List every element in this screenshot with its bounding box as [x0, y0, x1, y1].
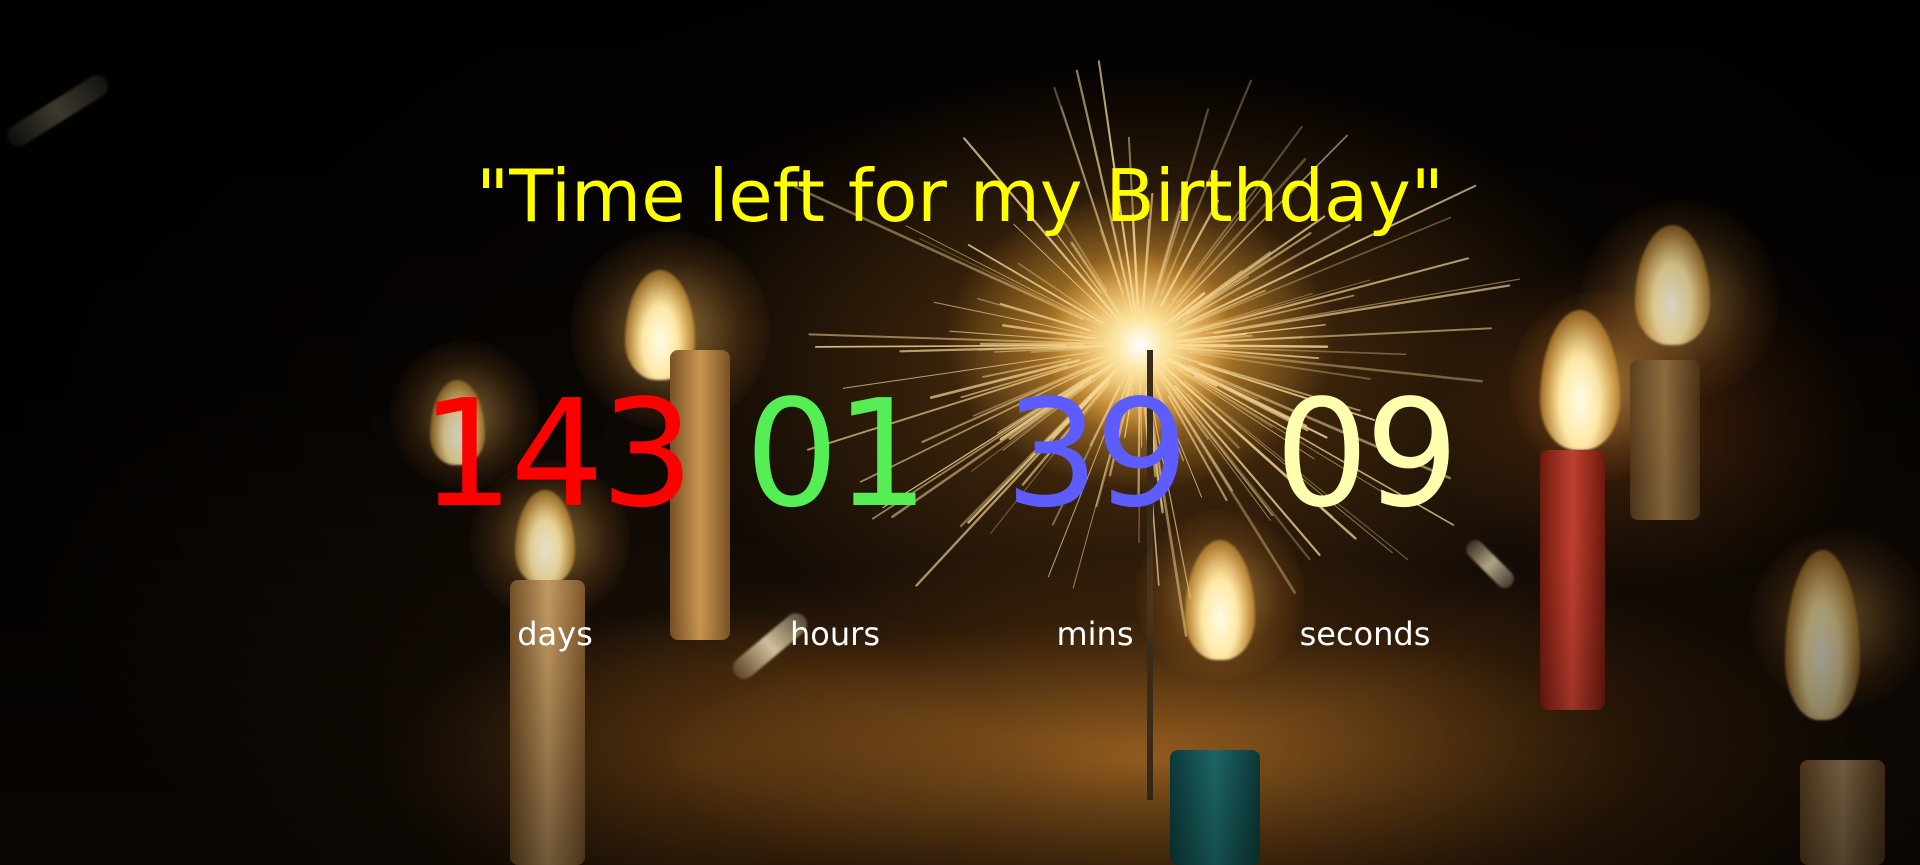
seconds-value: 09 [1274, 368, 1459, 540]
countdown-hours: 01 hours [700, 380, 970, 650]
mins-label: mins [1056, 615, 1134, 653]
mins-value: 39 [1004, 368, 1189, 540]
countdown-mins: 39 mins [960, 380, 1230, 650]
hours-value: 01 [744, 368, 929, 540]
page-title: "Time left for my Birthday" [476, 154, 1444, 238]
seconds-label: seconds [1299, 615, 1431, 653]
countdown-timer: 143 days 01 hours 39 mins 09 seconds [420, 380, 1500, 670]
hours-label: hours [790, 615, 880, 653]
days-value: 143 [420, 368, 695, 540]
countdown-seconds: 09 seconds [1230, 380, 1500, 650]
countdown-days: 143 days [420, 368, 695, 653]
countdown-page: "Time left for my Birthday" 143 days 01 … [0, 0, 1920, 865]
days-label: days [517, 615, 593, 653]
